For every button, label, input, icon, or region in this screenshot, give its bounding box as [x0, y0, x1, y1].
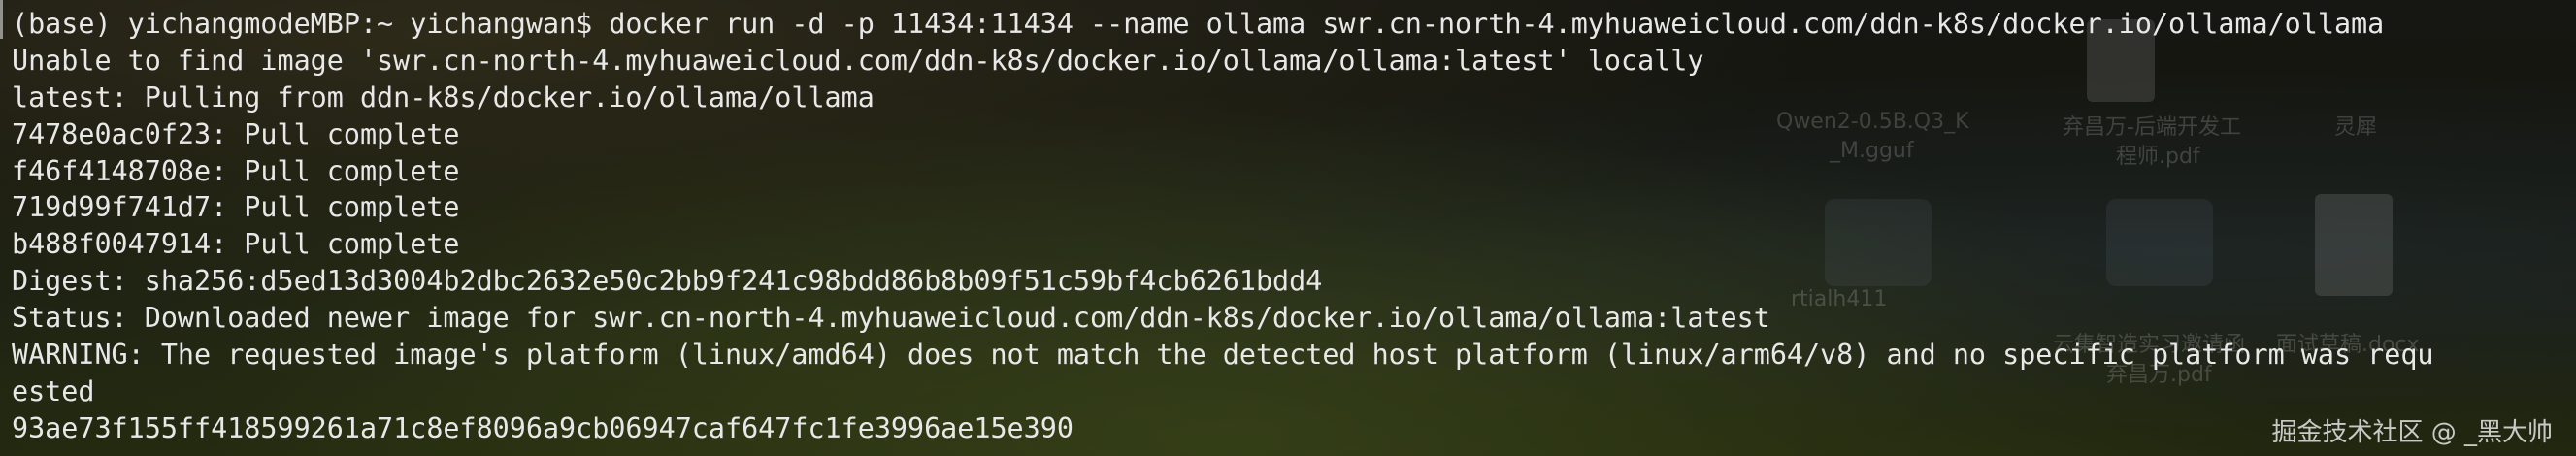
output-line: 7478e0ac0f23: Pull complete — [12, 117, 460, 150]
output-line: Unable to find image 'swr.cn-north-4.myh… — [12, 44, 1704, 77]
terminal-output[interactable]: (base) yichangmodeMBP:~ yichangwan$ dock… — [12, 6, 2434, 447]
warning-line: ested — [12, 375, 95, 407]
watermark: 掘金技术社区 @ _黑大帅 — [2271, 418, 2553, 447]
output-line: 719d99f741d7: Pull complete — [12, 191, 460, 224]
text-cursor — [0, 0, 3, 39]
output-line: b488f0047914: Pull complete — [12, 228, 460, 261]
output-line: Status: Downloaded newer image for swr.c… — [12, 302, 1770, 335]
command-line: (base) yichangmodeMBP:~ yichangwan$ dock… — [12, 8, 2385, 40]
warning-line: WARNING: The requested image's platform … — [12, 339, 2434, 372]
output-line: f46f4148708e: Pull complete — [12, 154, 460, 187]
container-id-line: 93ae73f155ff418599261a71c8ef8096a9cb0694… — [12, 411, 1073, 444]
output-line: Digest: sha256:d5ed13d3004b2dbc2632e50c2… — [12, 265, 1323, 298]
terminal-window[interactable]: Qwen2-0.5B.Q3_K _M.gguf 弃昌万-后端开发工 程师.pdf… — [0, 0, 2576, 456]
output-line: latest: Pulling from ddn-k8s/docker.io/o… — [12, 81, 875, 114]
